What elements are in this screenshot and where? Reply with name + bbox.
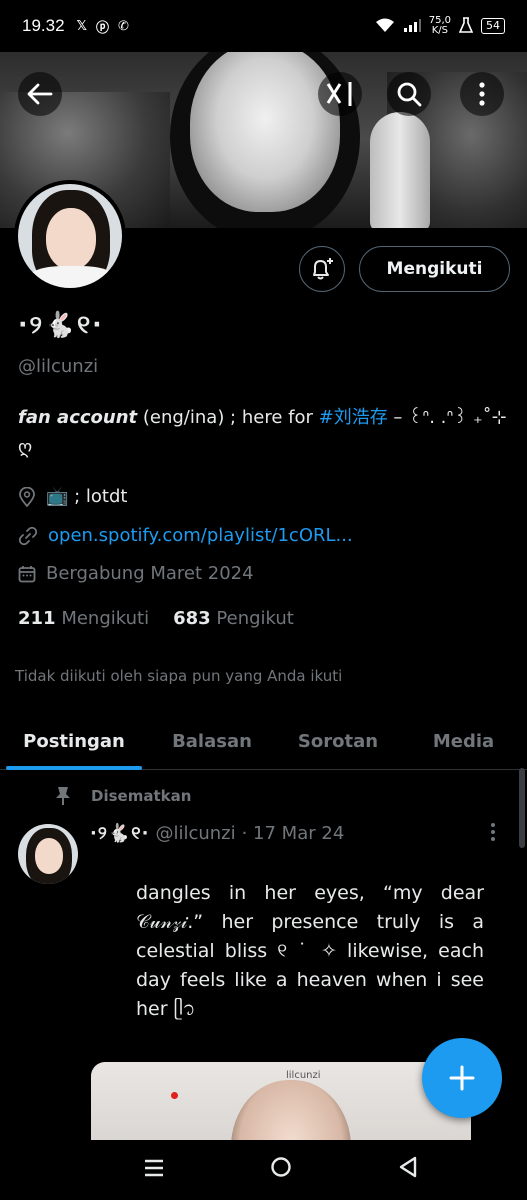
wifi-icon: [375, 17, 395, 36]
notifications-button[interactable]: [299, 246, 345, 292]
location-text: 📺 ; lotdt: [46, 486, 128, 507]
joined-text: Bergabung Maret 2024: [46, 563, 254, 584]
home-circle-icon: [271, 1157, 291, 1177]
grok-button[interactable]: [318, 72, 362, 116]
nav-recents-button[interactable]: [124, 1156, 184, 1184]
more-vertical-icon: [479, 82, 485, 106]
tab-media[interactable]: Media: [400, 712, 527, 770]
status-app-icons: 𝕏 ⓟ ✆: [77, 17, 129, 36]
follow-counts: 211 Mengikuti 683 Pengikut: [18, 608, 294, 629]
tweet-text: dangles in her eyes, “my dear 𝒞𝓊𝓃𝓏𝒾.” he…: [136, 882, 484, 1020]
media-caption: lilcunzi: [286, 1070, 321, 1081]
pin-icon: [56, 787, 70, 805]
profile-avatar[interactable]: [14, 180, 126, 292]
menu-icon: [145, 1159, 164, 1177]
more-vertical-icon: [491, 823, 495, 841]
avatar-image: [18, 184, 122, 288]
profile-bio: fan account (eng/ina) ; here for #刘浩存 – …: [18, 403, 508, 463]
profile-display-name: ·୨🐇୧·: [18, 310, 104, 339]
scrollbar-thumb[interactable]: [519, 768, 525, 848]
battery-indicator: 54: [481, 18, 505, 34]
avatar-shirt: [28, 266, 116, 288]
profile-handle: @lilcunzi: [18, 356, 99, 377]
more-options-button[interactable]: [460, 72, 504, 116]
bio-emphasis: fan account: [18, 407, 138, 428]
calendar-icon: [18, 565, 36, 582]
bio-middle: (eng/ina) ; here for: [137, 407, 319, 428]
nav-back-button[interactable]: [378, 1156, 438, 1184]
signal-icon: [403, 18, 421, 35]
profile-tabs: Postingan Balasan Sorotan Media: [0, 712, 527, 770]
search-button[interactable]: [387, 72, 431, 116]
media-red-dot: [171, 1092, 178, 1099]
tweet-author-avatar[interactable]: [18, 824, 78, 884]
pinned-label: Disematkan: [91, 787, 192, 805]
followers-count-link[interactable]: 683 Pengikut: [173, 608, 294, 629]
website-link[interactable]: open.spotify.com/playlist/1cORL...: [48, 525, 353, 546]
location-pin-icon: [19, 486, 35, 507]
bell-plus-icon: [313, 258, 333, 280]
grok-icon: [326, 82, 352, 106]
tweet-avatar-face: [35, 838, 63, 874]
status-bar: 19.32 𝕏 ⓟ ✆ 75,0 K/S 54: [0, 0, 527, 52]
following-button[interactable]: Mengikuti: [359, 246, 510, 292]
profile-location: 📺 ; lotdt: [18, 486, 127, 507]
tab-replies[interactable]: Balasan: [148, 712, 276, 770]
whatsapp-icon: ✆: [118, 18, 129, 34]
avatar-face: [46, 208, 96, 270]
tweet-header: ·୨🐇୧· @lilcunzi · 17 Mar 24: [90, 823, 344, 844]
pinned-indicator: Disematkan: [55, 786, 191, 806]
nav-home-button[interactable]: [251, 1156, 311, 1184]
system-nav-bar: [91, 1140, 471, 1200]
mutual-followers-note: Tidak diikuti oleh siapa pun yang Anda i…: [15, 667, 343, 685]
lab-icon: [458, 16, 474, 36]
banner-face: [190, 52, 340, 212]
pinterest-icon: ⓟ: [96, 20, 110, 36]
following-count: 211: [18, 608, 56, 629]
link-icon: [18, 526, 38, 545]
status-right: 75,0 K/S 54: [375, 16, 505, 36]
compose-button[interactable]: [422, 1038, 502, 1118]
back-triangle-icon: [399, 1156, 416, 1178]
followers-count: 683: [173, 608, 211, 629]
followers-label: Pengikut: [216, 608, 294, 629]
following-label: Mengikuti: [61, 608, 150, 629]
net-speed-unit: K/S: [431, 25, 448, 36]
plus-icon: [449, 1065, 475, 1091]
tweet-date[interactable]: · 17 Mar 24: [242, 823, 345, 844]
back-arrow-icon: [27, 83, 53, 105]
net-speed: 75,0 K/S: [429, 16, 451, 36]
back-button[interactable]: [18, 72, 62, 116]
following-count-link[interactable]: 211 Mengikuti: [18, 608, 149, 629]
tab-posts[interactable]: Postingan: [0, 712, 148, 770]
profile-joined-date: Bergabung Maret 2024: [18, 563, 254, 584]
tweet-author-name[interactable]: ·୨🐇୧·: [90, 823, 149, 844]
tweet-author-handle[interactable]: @lilcunzi: [155, 823, 235, 844]
search-icon: [397, 82, 422, 107]
tweet-more-button[interactable]: [490, 822, 496, 847]
status-time: 19.32: [22, 16, 65, 35]
tab-highlights[interactable]: Sorotan: [276, 712, 400, 770]
banner-hand: [370, 112, 430, 228]
profile-website[interactable]: open.spotify.com/playlist/1cORL...: [18, 525, 353, 546]
bio-hashtag-link[interactable]: #刘浩存: [319, 407, 388, 428]
x-icon: 𝕏: [76, 18, 88, 34]
